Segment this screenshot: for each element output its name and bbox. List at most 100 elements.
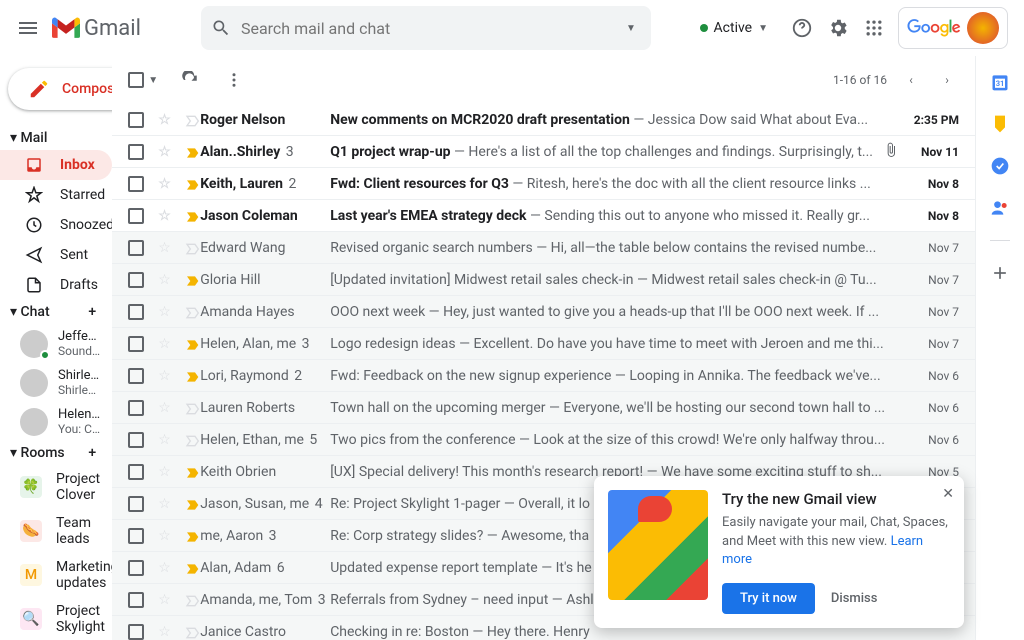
nav-sent[interactable]: Sent <box>0 240 112 270</box>
row-checkbox[interactable] <box>128 240 144 256</box>
more-icon[interactable] <box>222 68 246 92</box>
compose-button[interactable]: Compose <box>8 68 112 110</box>
mail-row[interactable]: ☆ Gloria Hill [Updated invitation] Midwe… <box>112 264 975 296</box>
star-icon[interactable]: ☆ <box>158 592 171 608</box>
important-icon[interactable] <box>185 209 199 223</box>
try-it-button[interactable]: Try it now <box>722 583 815 614</box>
mail-row[interactable]: ☆ Roger Nelson New comments on MCR2020 d… <box>112 104 975 136</box>
important-icon[interactable] <box>185 145 199 159</box>
star-icon[interactable]: ☆ <box>158 400 171 416</box>
important-icon[interactable] <box>185 401 199 415</box>
room-item[interactable]: 🍀Project Clover <box>0 465 112 509</box>
mail-row[interactable]: ☆ Helen, Ethan, me 5 Two pics from the c… <box>112 424 975 456</box>
row-checkbox[interactable] <box>128 112 144 128</box>
important-icon[interactable] <box>185 561 199 575</box>
star-icon[interactable]: ☆ <box>158 528 171 544</box>
row-checkbox[interactable] <box>128 304 144 320</box>
mail-row[interactable]: ☆ Lauren Roberts Town hall on the upcomi… <box>112 392 975 424</box>
star-icon[interactable]: ☆ <box>158 336 171 352</box>
rooms-section-header[interactable]: ▾ Rooms+ <box>0 441 112 465</box>
important-icon[interactable] <box>185 177 199 191</box>
important-icon[interactable] <box>185 529 199 543</box>
mail-row[interactable]: ☆ Jason Coleman Last year's EMEA strateg… <box>112 200 975 232</box>
row-checkbox[interactable] <box>128 208 144 224</box>
star-icon[interactable]: ☆ <box>158 112 171 128</box>
important-icon[interactable] <box>185 593 199 607</box>
search-icon[interactable] <box>209 16 233 40</box>
contacts-icon[interactable] <box>990 198 1010 218</box>
gmail-logo[interactable]: Gmail <box>52 16 141 41</box>
star-icon[interactable]: ☆ <box>158 176 171 192</box>
prev-page-icon[interactable]: ‹ <box>899 68 923 92</box>
settings-icon[interactable] <box>826 16 850 40</box>
mail-section-header[interactable]: ▾ Mail <box>0 126 112 150</box>
mail-row[interactable]: ☆ Amanda Hayes OOO next week — Hey, just… <box>112 296 975 328</box>
row-checkbox[interactable] <box>128 272 144 288</box>
add-icon[interactable] <box>990 263 1010 283</box>
nav-inbox[interactable]: Inbox <box>0 150 112 180</box>
chat-section-header[interactable]: ▾ Chat+ <box>0 300 112 324</box>
room-item[interactable]: MMarketing updates <box>0 553 112 597</box>
important-icon[interactable] <box>185 113 199 127</box>
help-icon[interactable] <box>790 16 814 40</box>
room-item[interactable]: 🌭Team leads <box>0 509 112 553</box>
mail-row[interactable]: ☆ Alan..Shirley 3 Q1 project wrap-up — H… <box>112 136 975 168</box>
keep-icon[interactable] <box>990 114 1010 134</box>
chat-item[interactable]: Helen, Adam, GregoryYou: Can we reschedu… <box>0 402 112 441</box>
row-checkbox[interactable] <box>128 624 144 640</box>
row-checkbox[interactable] <box>128 400 144 416</box>
row-checkbox[interactable] <box>128 144 144 160</box>
star-icon[interactable]: ☆ <box>158 624 171 640</box>
nav-drafts[interactable]: Drafts <box>0 270 112 300</box>
star-icon[interactable]: ☆ <box>158 208 171 224</box>
mail-row[interactable]: ☆ Keith, Lauren 2 Fwd: Client resources … <box>112 168 975 200</box>
calendar-icon[interactable]: 31 <box>990 72 1010 92</box>
apps-icon[interactable] <box>862 16 886 40</box>
row-checkbox[interactable] <box>128 432 144 448</box>
important-icon[interactable] <box>185 241 199 255</box>
nav-snoozed[interactable]: Snoozed <box>0 210 112 240</box>
star-icon[interactable]: ☆ <box>158 368 171 384</box>
search-input[interactable] <box>233 19 619 38</box>
star-icon[interactable]: ☆ <box>158 144 171 160</box>
row-checkbox[interactable] <box>128 176 144 192</box>
room-item[interactable]: 🔍Project Skylight <box>0 597 112 640</box>
star-icon[interactable]: ☆ <box>158 272 171 288</box>
star-icon[interactable]: ☆ <box>158 304 171 320</box>
plus-icon[interactable]: + <box>88 445 96 461</box>
chat-item[interactable]: Jeffery ClarkSounds great! <box>0 324 112 363</box>
row-checkbox[interactable] <box>128 496 144 512</box>
row-checkbox[interactable] <box>128 464 144 480</box>
important-icon[interactable] <box>185 369 199 383</box>
important-icon[interactable] <box>185 625 199 639</box>
star-icon[interactable]: ☆ <box>158 240 171 256</box>
search-bar[interactable]: ▼ <box>201 6 651 50</box>
important-icon[interactable] <box>185 273 199 287</box>
row-checkbox[interactable] <box>128 592 144 608</box>
important-icon[interactable] <box>185 465 199 479</box>
chevron-down-icon[interactable]: ▼ <box>148 75 158 86</box>
search-options-icon[interactable]: ▼ <box>619 16 643 40</box>
star-icon[interactable]: ☆ <box>158 464 171 480</box>
account-chip[interactable] <box>898 7 1008 49</box>
star-icon[interactable]: ☆ <box>158 432 171 448</box>
row-checkbox[interactable] <box>128 560 144 576</box>
star-icon[interactable]: ☆ <box>158 560 171 576</box>
refresh-icon[interactable] <box>178 68 202 92</box>
important-icon[interactable] <box>185 433 199 447</box>
star-icon[interactable]: ☆ <box>158 496 171 512</box>
close-icon[interactable]: ✕ <box>942 486 954 502</box>
row-checkbox[interactable] <box>128 336 144 352</box>
mail-row[interactable]: ☆ Lori, Raymond 2 Fwd: Feedback on the n… <box>112 360 975 392</box>
dismiss-button[interactable]: Dismiss <box>831 591 878 606</box>
important-icon[interactable] <box>185 305 199 319</box>
menu-icon[interactable] <box>16 16 40 40</box>
chat-item[interactable]: Shirley, JefferyShirley: Awesome, thanks… <box>0 363 112 402</box>
row-checkbox[interactable] <box>128 368 144 384</box>
row-checkbox[interactable] <box>128 528 144 544</box>
mail-row[interactable]: ☆ Edward Wang Revised organic search num… <box>112 232 975 264</box>
next-page-icon[interactable]: › <box>935 68 959 92</box>
plus-icon[interactable]: + <box>88 304 96 320</box>
status-selector[interactable]: Active ▼ <box>690 16 778 40</box>
nav-starred[interactable]: Starred <box>0 180 112 210</box>
